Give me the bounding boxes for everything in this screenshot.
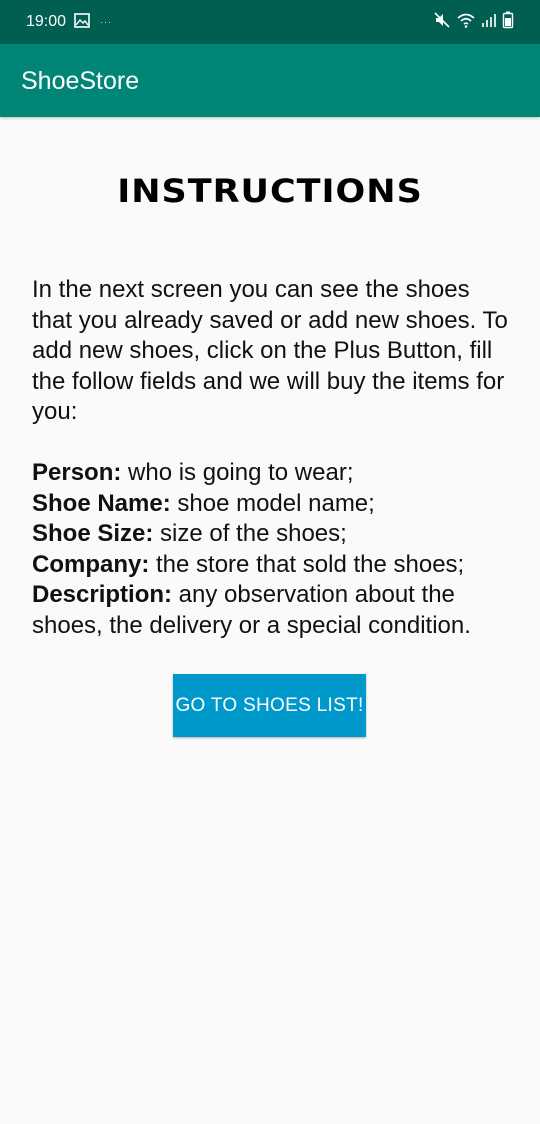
- status-bar: 19:00 ···: [0, 0, 540, 44]
- field-desc: shoe model name;: [170, 489, 375, 517]
- field-description: Description: any observation about the s…: [32, 581, 471, 639]
- field-desc: who is going to wear;: [121, 459, 354, 486]
- image-icon: [74, 13, 90, 33]
- field-shoe-name: Shoe Name: shoe model name;: [32, 490, 375, 517]
- battery-icon: [502, 11, 514, 34]
- instructions-intro: In the next screen you can see the shoes…: [32, 276, 508, 425]
- field-desc: size of the shoes;: [153, 520, 347, 547]
- status-time: 19:00: [26, 13, 67, 30]
- status-right-icons: [433, 11, 514, 34]
- field-label: Person:: [32, 459, 122, 486]
- app-bar: ShoeStore: [0, 44, 540, 117]
- wifi-icon: [456, 11, 476, 34]
- field-person: Person: who is going to wear;: [32, 459, 353, 486]
- go-to-shoes-list-button[interactable]: GO TO SHOES LIST!: [173, 674, 366, 737]
- app-title: ShoeStore: [21, 67, 140, 95]
- field-desc: the store that sold the shoes;: [149, 550, 465, 578]
- field-label: Company:: [32, 550, 150, 578]
- status-left-icons: ···: [74, 13, 112, 33]
- field-company: Company: the store that sold the shoes;: [32, 551, 464, 578]
- field-label: Shoe Size:: [32, 520, 154, 547]
- signal-icon: [481, 12, 497, 33]
- fields-description: Person: who is going to wear; Shoe Name:…: [32, 458, 522, 641]
- field-label: Shoe Name:: [32, 489, 171, 517]
- mute-icon: [433, 11, 451, 34]
- status-notification-dots: ···: [100, 16, 112, 27]
- page-title: INSTRUCTIONS: [117, 173, 423, 211]
- field-label: Description:: [32, 581, 173, 608]
- field-shoe-size: Shoe Size: size of the shoes;: [32, 520, 347, 547]
